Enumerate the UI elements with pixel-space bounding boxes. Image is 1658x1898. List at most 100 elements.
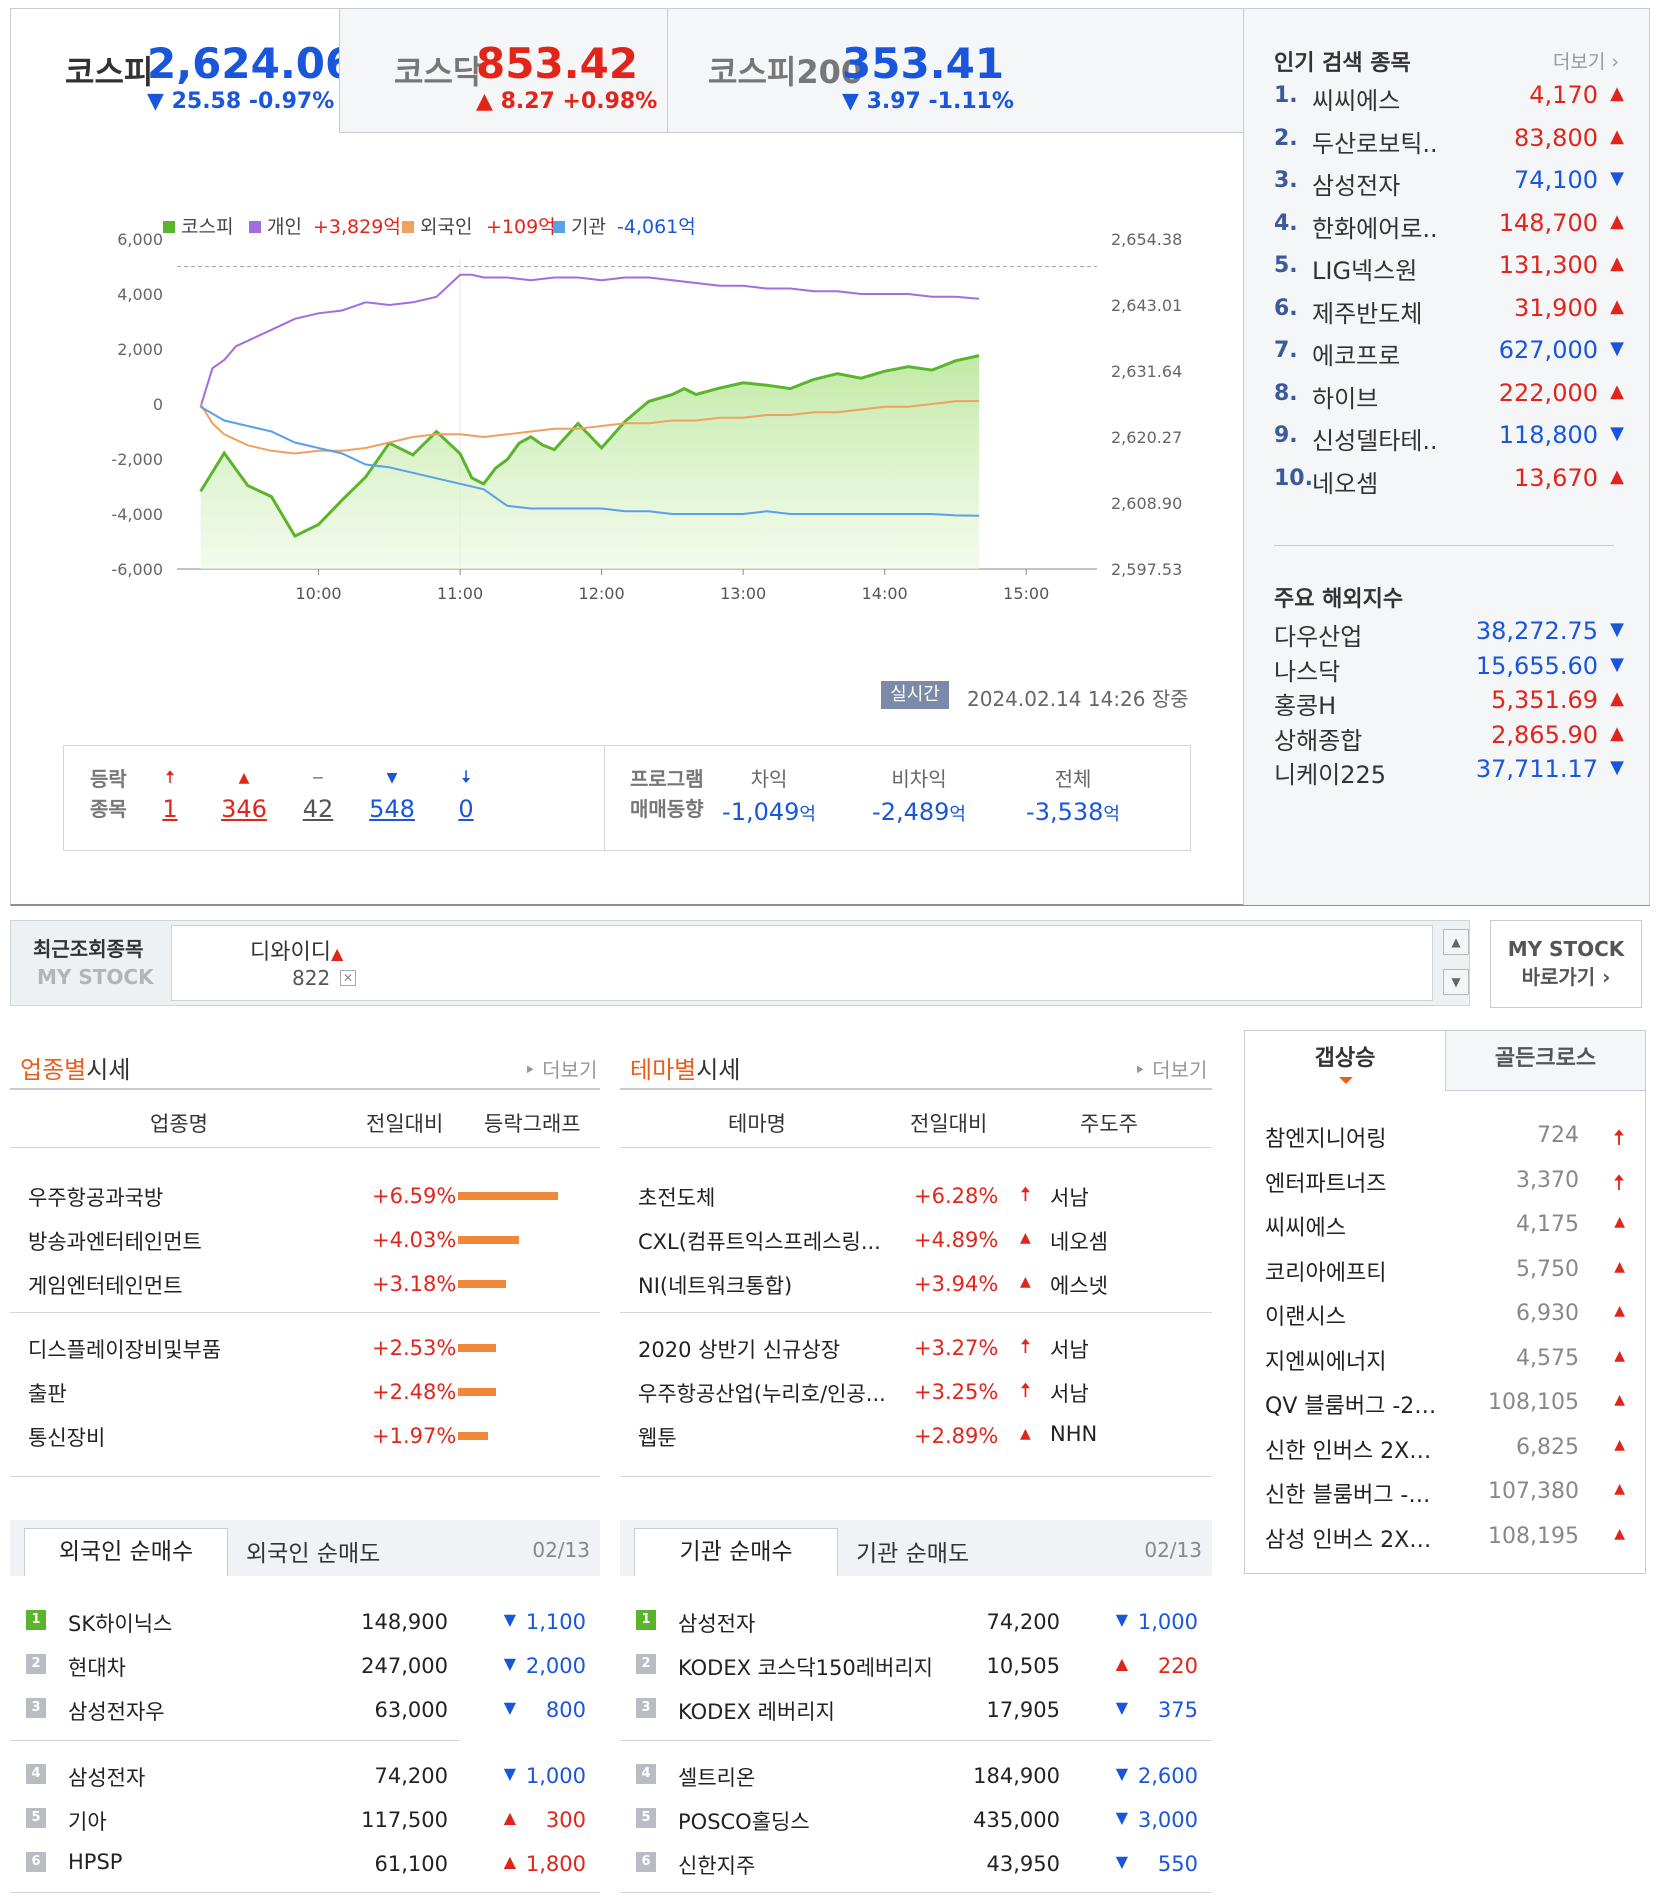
tab-institution-net-sell[interactable]: 기관 순매도 <box>856 1534 969 1568</box>
down-icon: ▼ <box>1610 338 1624 359</box>
popular-item[interactable]: 9. 신성델타테.. 118,800 ▼ <box>1274 417 1624 459</box>
net-buy-row[interactable]: 1 삼성전자 74,200 ▼ 1,000 <box>620 1598 1212 1642</box>
tab-kospi200[interactable]: 코스피200 353.41 ▼ 3.97 -1.11% <box>667 9 1243 133</box>
tab-golden-cross[interactable]: 골든크로스 <box>1445 1031 1645 1091</box>
popular-item[interactable]: 4. 한화에어로.. 148,700 ▲ <box>1274 205 1624 247</box>
down-icon: ▼ <box>1115 1808 1128 1827</box>
net-buy-row[interactable]: 6 신한지주 43,950 ▼ 550 <box>620 1840 1212 1884</box>
count-link[interactable]: 0 <box>436 792 496 826</box>
up-icon: ▲ <box>1614 1392 1625 1408</box>
net-buy-row[interactable]: 2 현대차 247,000 ▼ 2,000 <box>10 1642 600 1686</box>
popular-item[interactable]: 7. 에코프로 627,000 ▼ <box>1274 332 1624 374</box>
scroll-down-button[interactable]: ▼ <box>1443 969 1469 995</box>
tab-foreign-net-sell[interactable]: 외국인 순매도 <box>246 1534 380 1568</box>
net-buy-row[interactable]: 1 SK하이닉스 148,900 ▼ 1,100 <box>10 1598 600 1642</box>
gap-rise-item[interactable]: 참엔지니어링 724 🠅 <box>1265 1113 1625 1157</box>
change-bar <box>458 1192 558 1200</box>
tab-institution-net-buy[interactable]: 기관 순매수 <box>634 1528 838 1576</box>
net-buy-row[interactable]: 5 POSCO홀딩스 435,000 ▼ 3,000 <box>620 1796 1212 1840</box>
sector-row[interactable]: 방송과엔터테인먼트 +4.03% <box>10 1216 600 1260</box>
gap-rise-panel: 갭상승 골든크로스 참엔지니어링 724 🠅 엔터파트너즈 3,370 🠅 씨씨에스 4,17… <box>1244 1030 1646 1574</box>
tab-gap-rise[interactable]: 갭상승 <box>1245 1031 1445 1091</box>
popular-item[interactable]: 6. 제주반도체 31,900 ▲ <box>1274 290 1624 332</box>
mystock-button[interactable]: MY STOCK 바로가기 › <box>1490 920 1642 1008</box>
gap-rise-item[interactable]: 신한 블룸버그 -… 107,380 ▲ <box>1265 1469 1625 1513</box>
net-buy-row[interactable]: 2 KODEX 코스닥150레버리지 10,505 ▲ 220 <box>620 1642 1212 1686</box>
sector-row[interactable]: 출판 +2.48% <box>10 1368 600 1412</box>
gap-rise-item[interactable]: 엔터파트너즈 3,370 🠅 <box>1265 1158 1625 1202</box>
sector-more-link[interactable]: ‣ 더보기 <box>524 1054 597 1083</box>
flat-count[interactable]: ‒ 42 <box>288 764 348 826</box>
theme-row[interactable]: 2020 상반기 신규상장 +3.27% 🠅 서남 <box>620 1324 1212 1368</box>
legend-label: 개인 <box>267 216 302 238</box>
change-percent: +2.89% <box>914 1424 999 1448</box>
price-change: 2,600 <box>1137 1764 1198 1788</box>
net-buy-row[interactable]: 4 삼성전자 74,200 ▼ 1,000 <box>10 1752 600 1796</box>
recent-item-link[interactable]: 디와이디▲ <box>250 934 343 966</box>
scroll-up-button[interactable]: ▲ <box>1443 929 1469 955</box>
y-right-tick: 2,608.90 <box>1111 494 1182 513</box>
sector-row[interactable]: 통신장비 +1.97% <box>10 1412 600 1456</box>
net-buy-row[interactable]: 3 KODEX 레버리지 17,905 ▼ 375 <box>620 1686 1212 1730</box>
tab-kosdaq[interactable]: 코스닥 853.42 ▲ 8.27 +0.98% <box>339 9 667 133</box>
gap-rise-item[interactable]: 씨씨에스 4,175 ▲ <box>1265 1202 1625 1246</box>
legend-swatch <box>249 221 261 233</box>
sector-row[interactable]: 게임엔터테인먼트 +3.18% <box>10 1260 600 1304</box>
theme-row[interactable]: CXL(컴퓨트익스프레스링... +4.89% ▲ 네오셈 <box>620 1216 1212 1260</box>
sector-row[interactable]: 디스플레이장비및부품 +2.53% <box>10 1324 600 1368</box>
change-bar <box>458 1388 496 1396</box>
popular-item[interactable]: 8. 하이브 222,000 ▲ <box>1274 375 1624 417</box>
stock-price: 247,000 <box>361 1654 448 1678</box>
up-icon: ▲ <box>1610 125 1624 147</box>
tab-foreign-net-buy[interactable]: 외국인 순매수 <box>24 1528 228 1576</box>
global-title: 주요 해외지수 <box>1274 587 1404 612</box>
up-icon: ▲ <box>503 1852 516 1871</box>
gap-rise-item[interactable]: 지엔씨에너지 4,575 ▲ <box>1265 1336 1625 1380</box>
sector-name: 우주항공과국방 <box>28 1186 164 1210</box>
stock-price: 6,930 <box>1516 1301 1579 1326</box>
net-buy-row[interactable]: 3 삼성전자우 63,000 ▼ 800 <box>10 1686 600 1730</box>
down-count[interactable]: ▼ 548 <box>362 764 422 826</box>
gap-rise-item[interactable]: 신한 인버스 2X… 6,825 ▲ <box>1265 1425 1625 1469</box>
up-icon: ▲ <box>1610 210 1624 232</box>
stock-name: SK하이닉스 <box>68 1612 173 1636</box>
divider <box>10 1476 600 1477</box>
popular-item[interactable]: 5. LIG넥스원 131,300 ▲ <box>1274 247 1624 289</box>
theme-row[interactable]: NI(네트워크통합) +3.94% ▲ 에스넷 <box>620 1260 1212 1304</box>
stock-name: 이랜시스 <box>1265 1305 1346 1330</box>
close-icon[interactable]: ✕ <box>340 970 356 986</box>
up-count[interactable]: ▲ 346 <box>214 764 274 826</box>
net-buy-row[interactable]: 4 셀트리온 184,900 ▼ 2,600 <box>620 1752 1212 1796</box>
gap-rise-item[interactable]: 이랜시스 6,930 ▲ <box>1265 1291 1625 1335</box>
net-buy-row[interactable]: 6 HPSP 61,100 ▲ 1,800 <box>10 1840 600 1884</box>
tab-kospi[interactable]: 코스피 2,624.06 ▼ 25.58 -0.97% <box>11 9 354 133</box>
popular-item[interactable]: 1. 씨씨에스 4,170 ▲ <box>1274 77 1624 119</box>
rank-badge: 4 <box>636 1764 656 1784</box>
theme-more-link[interactable]: ‣ 더보기 <box>1134 1054 1207 1083</box>
popular-item[interactable]: 2. 두산로보틱.. 83,800 ▲ <box>1274 120 1624 162</box>
up-icon: ▲ <box>238 770 250 786</box>
net-buy-row[interactable]: 5 기아 117,500 ▲ 300 <box>10 1796 600 1840</box>
count-link[interactable]: 548 <box>362 792 422 826</box>
count-link[interactable]: 42 <box>288 792 348 826</box>
theme-row[interactable]: 초전도체 +6.28% 🠅 서남 <box>620 1172 1212 1216</box>
lower-limit-count[interactable]: 🠇 0 <box>436 764 496 826</box>
down-icon: ▼ <box>1610 423 1624 444</box>
popular-item[interactable]: 3. 삼성전자 74,100 ▼ <box>1274 162 1624 204</box>
sector-row[interactable]: 우주항공과국방 +6.59% <box>10 1172 600 1216</box>
popular-more-link[interactable]: 더보기 › <box>1553 47 1619 74</box>
upper-limit-count[interactable]: 🠅 1 <box>140 764 200 826</box>
theme-row[interactable]: 웹툰 +2.89% ▲ NHN <box>620 1412 1212 1456</box>
down-icon: ▼ <box>1115 1698 1128 1717</box>
global-index-item[interactable]: 니케이225 37,711.17 ▼ <box>1274 751 1624 793</box>
gap-rise-item[interactable]: 삼성 인버스 2X… 108,195 ▲ <box>1265 1514 1625 1558</box>
count-link[interactable]: 346 <box>214 792 274 826</box>
gap-rise-item[interactable]: 코리아에프티 5,750 ▲ <box>1265 1247 1625 1291</box>
popular-item[interactable]: 10. 네오셈 13,670 ▲ <box>1274 460 1624 502</box>
stock-name: 신한 인버스 2X… <box>1265 1438 1432 1464</box>
count-link[interactable]: 1 <box>140 792 200 826</box>
theme-row[interactable]: 우주항공산업(누리호/인공... +3.25% 🠅 서남 <box>620 1368 1212 1412</box>
gap-rise-item[interactable]: QV 블룸버그 -2… 108,105 ▲ <box>1265 1380 1625 1424</box>
index-change: ▼ 25.58 -0.97% <box>147 89 335 114</box>
leading-stock: 서남 <box>1050 1338 1089 1362</box>
